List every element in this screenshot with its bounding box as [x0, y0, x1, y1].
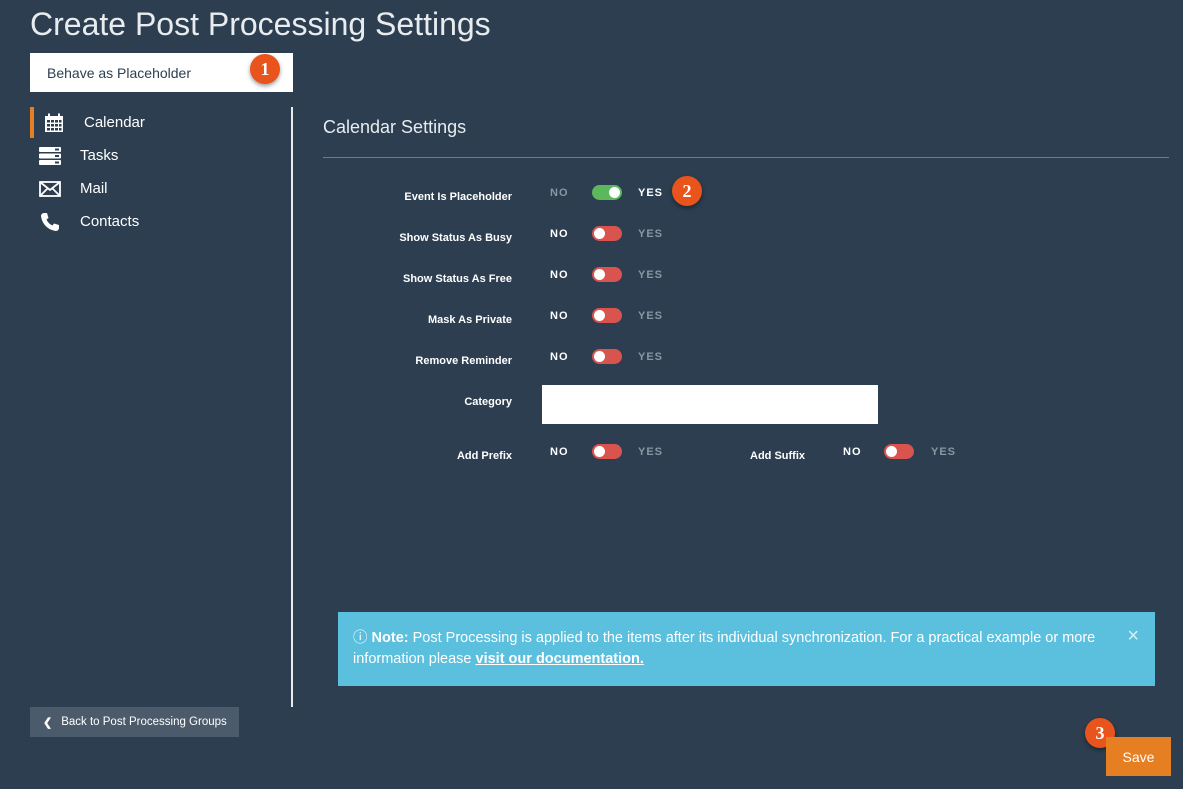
page-title: Create Post Processing Settings — [30, 6, 491, 42]
note-text: Post Processing is applied to the items … — [353, 630, 1096, 667]
toggle-no-label: NO — [550, 269, 569, 281]
toggle-knob — [609, 187, 620, 198]
sidebar-item-label: Tasks — [80, 147, 119, 164]
toggle-knob — [594, 228, 605, 239]
sidebar-item-label: Mail — [80, 180, 108, 197]
toggle-no-label: NO — [550, 446, 569, 458]
calendar-icon — [42, 113, 66, 133]
sidebar-item-contacts[interactable]: Contacts — [30, 205, 270, 238]
remove-reminder-toggle[interactable] — [592, 349, 622, 364]
toggle-no-label: NO — [843, 446, 862, 458]
sidebar-item-label: Calendar — [84, 114, 145, 131]
toggle-no-label: NO — [550, 310, 569, 322]
step-badge-2: 2 — [672, 176, 702, 206]
row-label-show-status-as-busy: Show Status As Busy — [399, 232, 512, 244]
row-label-remove-reminder: Remove Reminder — [415, 355, 512, 367]
mail-icon — [38, 179, 62, 199]
add-suffix-toggle[interactable] — [884, 444, 914, 459]
tasks-icon — [38, 146, 62, 166]
horizontal-divider — [323, 157, 1169, 158]
show-status-as-busy-toggle[interactable] — [592, 226, 622, 241]
info-icon: ⓘ — [353, 630, 368, 646]
sidebar-item-calendar[interactable]: Calendar — [30, 106, 270, 139]
row-label-add-suffix: Add Suffix — [750, 450, 805, 462]
toggle-knob — [594, 310, 605, 321]
row-label-add-prefix: Add Prefix — [456, 450, 512, 462]
sidebar-item-mail[interactable]: Mail — [30, 172, 270, 205]
back-to-groups-button[interactable]: ❮ Back to Post Processing Groups — [30, 707, 239, 737]
toggle-no-label: NO — [550, 351, 569, 363]
chevron-left-icon: ❮ — [43, 716, 53, 729]
toggle-knob — [886, 446, 897, 457]
note-prefix: Note: — [371, 630, 409, 646]
toggle-knob — [594, 269, 605, 280]
toggle-yes-label: YES — [638, 310, 664, 322]
toggle-knob — [594, 446, 605, 457]
row-label-event-is-placeholder: Event Is Placeholder — [404, 191, 512, 203]
toggle-yes-label: YES — [638, 269, 664, 281]
toggle-yes-label: YES — [638, 187, 664, 199]
toggle-yes-label: YES — [638, 446, 664, 458]
mask-as-private-toggle[interactable] — [592, 308, 622, 323]
toggle-no-label: NO — [550, 228, 569, 240]
save-button[interactable]: Save — [1106, 737, 1171, 776]
active-indicator — [30, 107, 34, 138]
sidebar: Calendar Tasks Mail Contacts — [30, 106, 270, 238]
close-icon[interactable]: × — [1127, 626, 1139, 647]
toggle-knob — [594, 351, 605, 362]
sidebar-item-label: Contacts — [80, 213, 140, 230]
vertical-divider — [291, 107, 293, 707]
event-is-placeholder-toggle[interactable] — [592, 185, 622, 200]
show-status-as-free-toggle[interactable] — [592, 267, 622, 282]
phone-icon — [38, 212, 62, 232]
row-label-category: Category — [464, 396, 512, 408]
toggle-yes-label: YES — [638, 228, 664, 240]
info-note: ⓘ Note: Post Processing is applied to th… — [338, 612, 1155, 686]
toggle-yes-label: YES — [638, 351, 664, 363]
documentation-link[interactable]: visit our documentation. — [476, 651, 644, 667]
row-label-mask-as-private: Mask As Private — [428, 314, 512, 326]
sidebar-item-tasks[interactable]: Tasks — [30, 139, 270, 172]
row-label-show-status-as-free: Show Status As Free — [402, 273, 512, 285]
toggle-yes-label: YES — [931, 446, 957, 458]
toggle-no-label: NO — [550, 187, 569, 199]
step-badge-1: 1 — [250, 54, 280, 84]
category-input[interactable] — [542, 385, 878, 424]
back-button-label: Back to Post Processing Groups — [61, 716, 227, 728]
add-prefix-toggle[interactable] — [592, 444, 622, 459]
section-title: Calendar Settings — [323, 117, 467, 137]
